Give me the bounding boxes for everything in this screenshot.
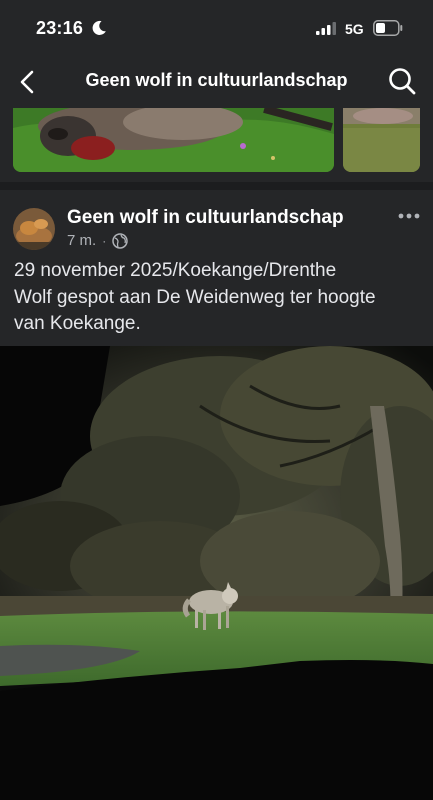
post-text-line: van Koekange. [14,313,141,334]
page-title: Geen wolf in cultuurlandschap [85,70,348,90]
feed-divider [0,182,433,190]
post-text: 29 november 2025/Koekange/Drenthe Wolf g… [14,258,422,338]
more-options-icon [398,213,420,219]
status-time: 23:16 [36,18,84,38]
post-text-line: Wolf gespot aan De Weidenweg ter hoogte [14,286,376,308]
group-name[interactable]: Geen wolf in cultuurlandschap [67,207,344,229]
carousel-image-sheep[interactable] [13,108,334,172]
sheep-image [13,108,334,172]
meta-separator: · [102,233,107,248]
network-type: 5G [345,21,364,37]
wolf-photo-image [0,346,433,800]
group-avatar-image [13,208,55,250]
back-chevron-icon [20,70,34,94]
battery-icon [373,20,403,36]
media-carousel [0,108,433,176]
nav-bar: Geen wolf in cultuurlandschap [0,56,433,108]
avatar[interactable] [13,208,55,250]
search-icon [389,68,416,95]
carousel-image-field[interactable] [343,108,420,172]
post-header: Geen wolf in cultuurlandschap 7 m. · [0,190,433,256]
field-image [343,108,420,172]
signal-icon [316,22,336,35]
post-photo[interactable] [0,346,433,800]
moon-icon [92,20,106,35]
more-options-button[interactable] [396,206,422,226]
back-button[interactable] [12,66,42,98]
post-meta: 7 m. · [67,232,128,249]
globe-icon [112,232,128,249]
status-bar: 23:16 5G [0,0,433,56]
post-text-line: 29 november 2025/Koekange/Drenthe [14,260,337,281]
post-time[interactable]: 7 m. [67,232,96,249]
search-button[interactable] [386,65,418,97]
